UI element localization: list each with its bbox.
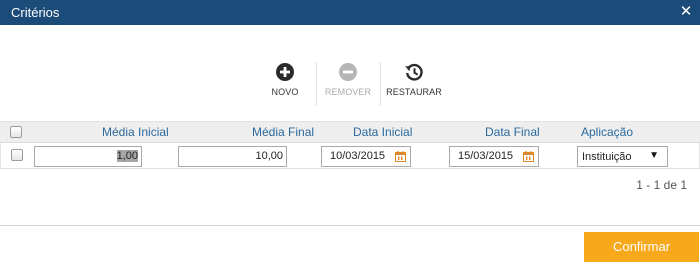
column-header-data-inicial[interactable]: Data Inicial — [353, 125, 412, 139]
dialog-title: Critérios — [11, 5, 60, 20]
restore-history-icon — [405, 63, 423, 81]
criteria-grid: Média Inicial Média Final Data Inicial D… — [0, 121, 700, 169]
dialog-titlebar: Critérios ✕ — [0, 0, 700, 25]
column-header-media-final[interactable]: Média Final — [252, 125, 314, 139]
restaurar-label: RESTAURAR — [386, 87, 442, 97]
data-final-input[interactable]: 15/03/2015 — [449, 146, 539, 167]
select-all-checkbox[interactable] — [10, 126, 22, 138]
column-header-media-inicial[interactable]: Média Inicial — [102, 125, 169, 139]
dropdown-arrow-icon: ▼ — [649, 150, 659, 161]
novo-button[interactable]: NOVO — [253, 62, 317, 102]
aplicacao-value: Instituição — [582, 151, 632, 163]
toolbar: NOVO REMOVER RESTAURAR — [0, 62, 700, 106]
toolbar-separator — [380, 62, 381, 106]
media-final-value: 10,00 — [255, 150, 283, 162]
media-inicial-value: 1,00 — [116, 150, 138, 162]
minus-circle-icon — [339, 63, 357, 81]
media-final-input[interactable]: 10,00 — [178, 146, 287, 167]
media-inicial-input[interactable]: 1,00 — [34, 146, 142, 167]
data-inicial-input[interactable]: 10/03/2015 — [321, 146, 411, 167]
remover-label: REMOVER — [324, 87, 372, 97]
table-row: 1,00 10,00 10/03/2015 15/03/2015 Institu… — [0, 143, 700, 169]
close-icon[interactable]: ✕ — [678, 4, 694, 20]
plus-circle-icon — [276, 63, 294, 81]
confirm-button[interactable]: Confirmar — [584, 232, 699, 262]
pagination-info: 1 - 1 de 1 — [636, 178, 687, 192]
footer-divider — [0, 225, 700, 226]
column-header-aplicacao[interactable]: Aplicação — [581, 125, 633, 139]
calendar-icon[interactable] — [395, 151, 406, 162]
column-header-data-final[interactable]: Data Final — [485, 125, 540, 139]
data-final-value: 15/03/2015 — [458, 150, 514, 162]
aplicacao-select[interactable]: Instituição ▼ — [577, 146, 668, 167]
novo-label: NOVO — [271, 87, 299, 97]
grid-header: Média Inicial Média Final Data Inicial D… — [0, 121, 700, 143]
calendar-icon[interactable] — [523, 151, 534, 162]
remover-button[interactable]: REMOVER — [316, 62, 380, 102]
data-inicial-value: 10/03/2015 — [330, 150, 386, 162]
row-checkbox[interactable] — [11, 149, 23, 161]
restaurar-button[interactable]: RESTAURAR — [382, 62, 446, 102]
